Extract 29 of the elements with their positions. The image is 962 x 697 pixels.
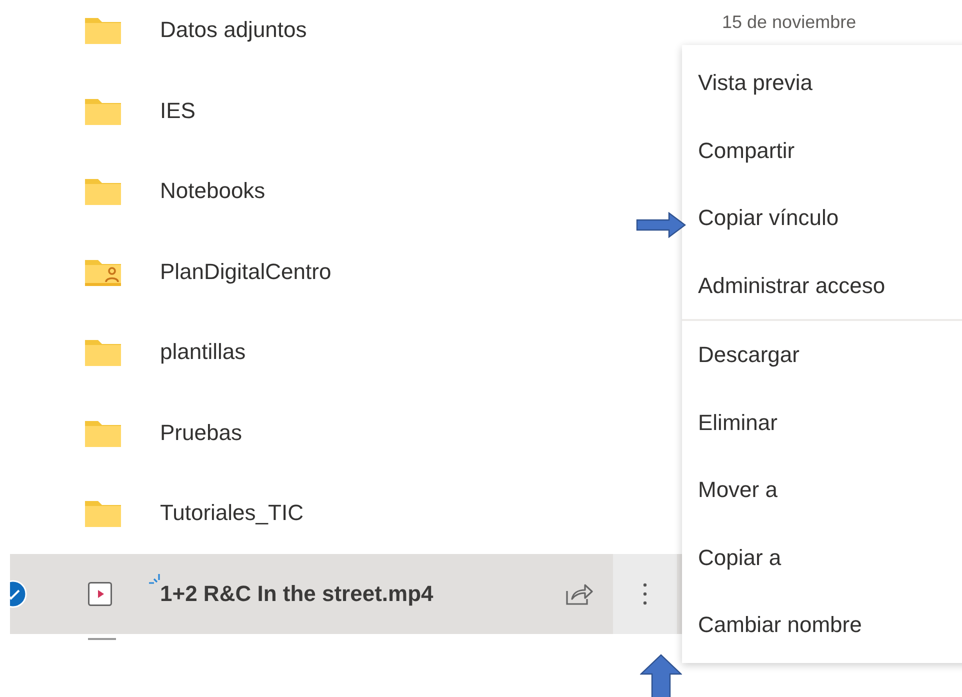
menu-item[interactable]: Mover a (682, 456, 962, 524)
share-icon[interactable] (565, 582, 593, 606)
video-file-icon (88, 582, 112, 606)
shared-folder-icon (85, 258, 121, 286)
file-name[interactable]: PlanDigitalCentro (160, 258, 332, 285)
file-name[interactable]: IES (160, 98, 196, 124)
folder-icon (85, 418, 121, 447)
file-name[interactable]: Tutoriales_TIC (160, 500, 304, 526)
menu-item[interactable]: Descargar (682, 321, 962, 388)
menu-item[interactable]: Compartir (682, 116, 962, 184)
menu-item[interactable]: Copiar vínculo (682, 184, 962, 252)
file-name[interactable]: 1+2 R&C In the street.mp4 (160, 580, 434, 607)
folder-icon (85, 338, 121, 366)
folder-icon (85, 177, 121, 206)
more-icon (643, 582, 647, 605)
arrow-annotation (640, 654, 682, 697)
menu-item[interactable]: Eliminar (682, 388, 962, 456)
file-name[interactable]: Pruebas (160, 420, 242, 446)
arrow-annotation (636, 212, 686, 238)
modified-date: 15 de noviembre (722, 12, 856, 33)
menu-item[interactable]: Vista previa (682, 49, 962, 116)
file-name[interactable]: Notebooks (160, 178, 266, 204)
folder-icon (85, 96, 121, 125)
folder-icon (85, 499, 121, 528)
folder-icon (85, 16, 121, 44)
file-name[interactable]: Datos adjuntos (160, 17, 307, 44)
file-name[interactable]: plantillas (160, 339, 246, 366)
file-icon (88, 638, 116, 641)
menu-item[interactable]: Administrar acceso (682, 252, 962, 319)
